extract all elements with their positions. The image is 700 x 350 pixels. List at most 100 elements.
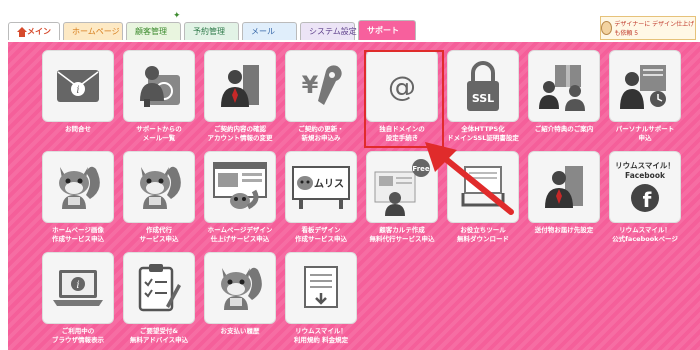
tab-customer[interactable]: 顧客管理 <box>126 22 181 40</box>
facebook-icon: f <box>631 184 659 212</box>
facebook-title: リウムスマイル！ Facebook <box>615 161 675 180</box>
tile-card <box>123 50 195 122</box>
tile-label: ご契約内容の確認 アカウント情報の変更 <box>207 125 273 142</box>
tile-label: 顧客カルテ作成 無料代行サービス申込 <box>369 226 435 243</box>
top-bar: メイン ホームページ 顧客管理 予約管理 メール システム設定 サポート ✦ デ… <box>0 0 700 44</box>
tile-label: サポートからの メール一覧 <box>136 125 182 142</box>
designer-banner[interactable]: デザイナーに デザイン仕上げも依頼 5 <box>600 16 696 40</box>
squirrel-mascot-icon <box>59 166 100 209</box>
tile-hp-design[interactable]: ホームページデザイン 仕上げサービス申込 <box>204 151 276 247</box>
tile-card <box>204 151 276 223</box>
tile-card <box>204 50 276 122</box>
browser-squirrel-icon <box>213 162 267 210</box>
tile-label: お役立ちツール 無料ダウンロード <box>457 226 509 243</box>
tab-homepage[interactable]: ホームページ <box>63 22 123 40</box>
banner-text: デザイナーに デザイン仕上げも依頼 5 <box>614 21 695 37</box>
clipboard-pen-icon <box>138 264 181 312</box>
sparkle-icon: ✦ <box>173 11 181 21</box>
tile-card <box>42 151 114 223</box>
tile-contract-renewal[interactable]: ¥ ご契約の更新・ 新規お申込み <box>285 50 357 146</box>
tile-browser-info[interactable]: i ご利用中の ブラウザ情報表示 <box>42 252 114 348</box>
tile-label: 送付物お届け先設定 <box>534 226 594 234</box>
tile-card <box>528 50 600 122</box>
tile-support-mail[interactable]: サポートからの メール一覧 <box>123 50 195 146</box>
tile-label: ご要望受付& 無料アドバイス申込 <box>129 327 189 344</box>
signboard-squirrel-icon: ムリス <box>292 166 350 209</box>
tab-main[interactable]: メイン <box>8 22 60 40</box>
tile-label: お支払い履歴 <box>220 327 260 335</box>
squirrel-mascot-icon <box>140 166 181 209</box>
tile-referral[interactable]: ご紹介特典のご案内 <box>528 50 600 146</box>
tab-label: 顧客管理 <box>135 26 167 36</box>
tile-ssl[interactable]: SSL 全体HTTPS化 ドメインSSL証明書設定 <box>447 50 519 146</box>
tile-label: パーソナルサポート 申込 <box>615 125 675 142</box>
tab-label: メイン <box>27 26 51 36</box>
tile-card <box>123 252 195 324</box>
tile-label: ご紹介特典のご案内 <box>534 125 594 133</box>
tile-label: ホームページデザイン 仕上げサービス申込 <box>207 226 273 243</box>
nav-tabs: メイン ホームページ 顧客管理 予約管理 メール システム設定 サポート <box>8 20 416 40</box>
tile-requests[interactable]: ご要望受付& 無料アドバイス申込 <box>123 252 195 348</box>
tab-support[interactable]: サポート <box>358 20 416 40</box>
signboard-text: ムリス <box>314 178 344 190</box>
tab-label: 予約管理 <box>193 26 225 36</box>
designer-avatar-icon <box>601 21 613 35</box>
squirrel-mascot-icon <box>221 267 262 310</box>
svg-text:i: i <box>76 85 79 96</box>
delivery-person-icon <box>545 166 583 208</box>
tile-creation-proxy[interactable]: 作成代行 サービス申込 <box>123 151 195 247</box>
tile-label: 看板デザイン 作成サービス申込 <box>295 226 347 243</box>
tile-hp-image[interactable]: ホームページ画像 作成サービス申込 <box>42 151 114 247</box>
support-mail-icon <box>140 66 180 107</box>
tile-card <box>123 151 195 223</box>
laptop-info-icon: i <box>53 270 103 306</box>
tile-label: ご契約の更新・ 新規お申込み <box>298 125 344 142</box>
tab-reservation[interactable]: 予約管理 <box>184 22 239 40</box>
svg-text:f: f <box>643 188 652 212</box>
svg-text:i: i <box>76 280 79 291</box>
tile-card: i <box>42 252 114 324</box>
tile-terms[interactable]: リウムスマイル！ 利用規約 料金規定 <box>285 252 357 348</box>
envelope-icon: i <box>57 70 99 102</box>
tab-label: システム設定 <box>309 26 357 36</box>
tile-label: ご利用中の ブラウザ情報表示 <box>52 327 104 344</box>
pointer-arrow-icon <box>425 142 514 215</box>
tile-card: SSL <box>447 50 519 122</box>
tile-label: リウムスマイル！ 公式facebookページ <box>612 226 678 243</box>
domain-tile-highlight <box>364 50 444 148</box>
tile-delivery[interactable]: 送付物お届け先設定 <box>528 151 600 247</box>
ssl-text: SSL <box>472 92 494 105</box>
tab-system[interactable]: システム設定 <box>300 22 357 40</box>
tile-label: 全体HTTPS化 ドメインSSL証明書設定 <box>447 125 519 142</box>
svg-text:¥: ¥ <box>302 71 319 99</box>
ssl-lock-icon: SSL <box>467 61 499 111</box>
tile-facebook[interactable]: リウムスマイル！ Facebook f リウムスマイル！ 公式facebookペ… <box>609 151 681 247</box>
tile-personal-support[interactable]: パーソナルサポート 申込 <box>609 50 681 146</box>
tile-payment-history[interactable]: お支払い履歴 <box>204 252 276 348</box>
tile-contact[interactable]: i お問合せ <box>42 50 114 146</box>
tab-mail[interactable]: メール <box>242 22 297 40</box>
document-icon <box>304 266 338 308</box>
tile-contract[interactable]: ご契約内容の確認 アカウント情報の変更 <box>204 50 276 146</box>
home-icon <box>17 26 27 37</box>
referral-gift-icon <box>539 65 585 111</box>
contract-person-icon <box>221 65 259 107</box>
tile-label: 作成代行 サービス申込 <box>139 226 179 243</box>
tile-card <box>204 252 276 324</box>
tile-card: i <box>42 50 114 122</box>
yen-wrench-icon: ¥ <box>302 65 342 105</box>
tile-card <box>285 252 357 324</box>
tile-card <box>528 151 600 223</box>
tile-label: ホームページ画像 作成サービス申込 <box>52 226 104 243</box>
tile-card: リウムスマイル！ Facebook f <box>609 151 681 223</box>
personal-support-icon <box>620 65 666 109</box>
tab-label: サポート <box>367 25 399 35</box>
tile-card <box>609 50 681 122</box>
tile-label: お問合せ <box>65 125 91 133</box>
tile-card: ¥ <box>285 50 357 122</box>
tab-label: ホームページ <box>72 26 120 36</box>
tile-card: ムリス <box>285 151 357 223</box>
tile-signboard[interactable]: ムリス 看板デザイン 作成サービス申込 <box>285 151 357 247</box>
tab-label: メール <box>251 26 275 36</box>
tile-label: リウムスマイル！ 利用規約 料金規定 <box>293 327 349 344</box>
